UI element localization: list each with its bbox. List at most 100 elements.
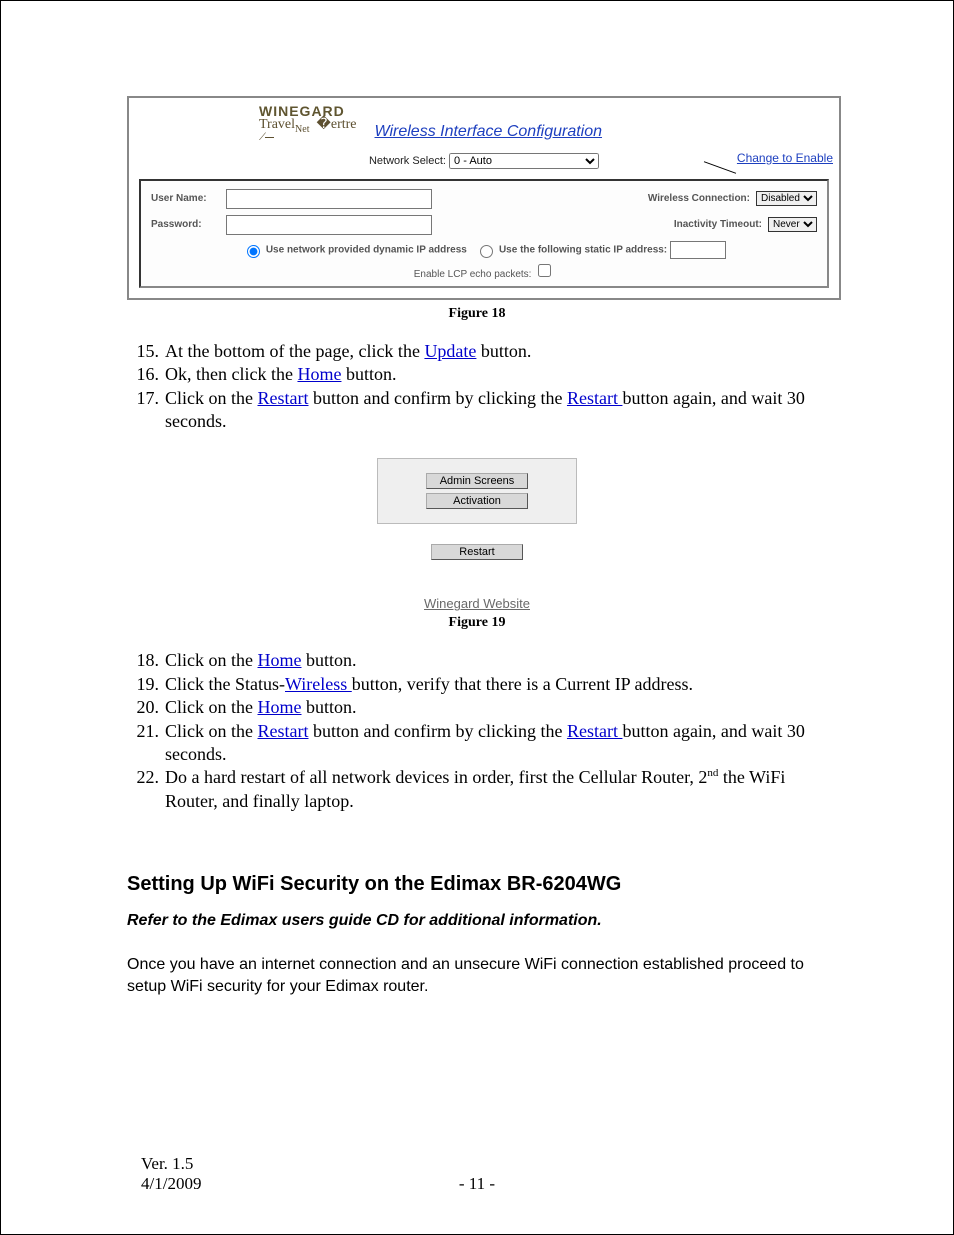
restart-link[interactable]: Restart: [258, 721, 309, 741]
spacer: [377, 524, 577, 542]
admin-screens-button[interactable]: Admin Screens: [426, 473, 528, 489]
inactivity-timeout-label: Inactivity Timeout:: [674, 219, 762, 230]
ip-mode-row: Use network provided dynamic IP address …: [151, 241, 817, 259]
step-20: 20. Click on the Home button.: [127, 696, 827, 719]
home-link[interactable]: Home: [297, 364, 341, 384]
step-18: 18. Click on the Home button.: [127, 649, 827, 672]
home-link[interactable]: Home: [258, 650, 302, 670]
dynamic-ip-radio[interactable]: [247, 245, 260, 258]
text: button and confirm by clicking the: [309, 388, 567, 408]
text: Click on the: [165, 388, 258, 408]
step-number: 16.: [127, 363, 159, 386]
wireless-link[interactable]: Wireless: [285, 674, 352, 694]
username-label: User Name:: [151, 193, 216, 204]
figure-18-panel: WINEGARD TravelNet �ertre ⟋⎯⎯ Wireless I…: [127, 96, 841, 300]
text: button.: [302, 697, 357, 717]
footer-page-number: - 11 -: [459, 1174, 495, 1194]
step-number: 21.: [127, 720, 159, 767]
text: button, verify that there is a Current I…: [352, 674, 693, 694]
step-22: 22. Do a hard restart of all network dev…: [127, 766, 827, 813]
section-paragraph: Once you have an internet connection and…: [127, 954, 827, 997]
step-number: 18.: [127, 649, 159, 672]
inactivity-timeout-select[interactable]: Never: [768, 217, 817, 232]
step-text: Ok, then click the Home button.: [165, 363, 827, 386]
lcp-label: Enable LCP echo packets:: [414, 269, 532, 280]
text: button.: [302, 650, 357, 670]
step-text: Click on the Home button.: [165, 649, 827, 672]
home-link[interactable]: Home: [258, 697, 302, 717]
activation-button[interactable]: Activation: [426, 493, 528, 509]
text: button.: [476, 341, 531, 361]
form-box: User Name: Wireless Connection: Disabled…: [139, 179, 829, 288]
figure-18-caption: Figure 18: [127, 306, 827, 322]
text: Click on the: [165, 650, 258, 670]
text: Click on the: [165, 697, 258, 717]
step-21: 21. Click on the Restart button and conf…: [127, 720, 827, 767]
text: At the bottom of the page, click the: [165, 341, 424, 361]
step-number: 22.: [127, 766, 159, 813]
text: button.: [341, 364, 396, 384]
section-subnote: Refer to the Edimax users guide CD for a…: [127, 912, 827, 930]
wifi-icon: �ertre: [313, 117, 357, 132]
content-area: WINEGARD TravelNet �ertre ⟋⎯⎯ Wireless I…: [127, 96, 827, 997]
text: button and confirm by clicking the: [309, 721, 567, 741]
winegard-website-link[interactable]: Winegard Website: [377, 596, 577, 611]
step-17: 17. Click on the Restart button and conf…: [127, 387, 827, 434]
change-to-enable-link[interactable]: Change to Enable: [737, 151, 833, 165]
instruction-block-a: 15. At the bottom of the page, click the…: [127, 340, 827, 434]
step-text: Click on the Restart button and confirm …: [165, 720, 827, 767]
figure-19-restart-row: Restart: [377, 542, 577, 560]
figure-19-caption: Figure 19: [127, 615, 827, 631]
instruction-block-b: 18. Click on the Home button. 19. Click …: [127, 649, 827, 813]
step-number: 19.: [127, 673, 159, 696]
logo-sub-text: TravelNet �ertre: [259, 118, 357, 135]
text: Do a hard restart of all network devices…: [165, 767, 707, 787]
footer-date: 4/1/2009: [141, 1174, 201, 1194]
username-input[interactable]: [226, 189, 432, 209]
step-number: 15.: [127, 340, 159, 363]
panel-title: Wireless Interface Configuration: [375, 123, 603, 141]
network-select-dropdown[interactable]: 0 - Auto: [449, 153, 599, 169]
lcp-row: Enable LCP echo packets:: [151, 261, 817, 280]
row-username: User Name: Wireless Connection: Disabled: [151, 189, 817, 209]
logo-net: Net: [295, 124, 309, 135]
text: Click the Status-: [165, 674, 285, 694]
lcp-checkbox[interactable]: [538, 264, 551, 277]
footer-version: Ver. 1.5: [141, 1154, 813, 1174]
step-number: 17.: [127, 387, 159, 434]
step-number: 20.: [127, 696, 159, 719]
password-label: Password:: [151, 219, 216, 230]
static-ip-input[interactable]: [670, 241, 726, 259]
figure-19-panel: Admin Screens Activation Restart Winegar…: [377, 458, 577, 611]
restart-link[interactable]: Restart: [258, 388, 309, 408]
page-footer: Ver. 1.5 4/1/2009 - 11 -: [141, 1154, 813, 1194]
text: Click on the: [165, 721, 258, 741]
restart-link-2[interactable]: Restart: [567, 388, 623, 408]
step-text: Click the Status-Wireless button, verify…: [165, 673, 827, 696]
step-text: At the bottom of the page, click the Upd…: [165, 340, 827, 363]
logo-top-text: WINEGARD: [259, 104, 357, 118]
update-link[interactable]: Update: [424, 341, 476, 361]
logo-travel: Travel: [259, 117, 295, 132]
network-select-row: Network Select: 0 - Auto Change to Enabl…: [139, 153, 829, 169]
ordinal-sup: nd: [707, 767, 718, 779]
static-ip-radio[interactable]: [480, 245, 493, 258]
restart-link-2[interactable]: Restart: [567, 721, 623, 741]
wireless-connection-label: Wireless Connection:: [648, 193, 750, 204]
password-input[interactable]: [226, 215, 432, 235]
section-heading: Setting Up WiFi Security on the Edimax B…: [127, 873, 827, 896]
winegard-logo: WINEGARD TravelNet �ertre ⟋⎯⎯: [259, 104, 357, 143]
static-ip-label: Use the following static IP address:: [499, 244, 667, 255]
callout-line: [704, 161, 736, 174]
text: Ok, then click the: [165, 364, 297, 384]
step-text: Click on the Home button.: [165, 696, 827, 719]
step-text: Do a hard restart of all network devices…: [165, 766, 827, 813]
restart-button[interactable]: Restart: [431, 544, 523, 560]
page: WINEGARD TravelNet �ertre ⟋⎯⎯ Wireless I…: [0, 0, 954, 1235]
row-password: Password: Inactivity Timeout: Never: [151, 215, 817, 235]
dynamic-ip-label: Use network provided dynamic IP address: [266, 244, 467, 255]
step-19: 19. Click the Status-Wireless button, ve…: [127, 673, 827, 696]
wireless-connection-select[interactable]: Disabled: [756, 191, 817, 206]
step-16: 16. Ok, then click the Home button.: [127, 363, 827, 386]
header-row: WINEGARD TravelNet �ertre ⟋⎯⎯ Wireless I…: [259, 104, 829, 143]
